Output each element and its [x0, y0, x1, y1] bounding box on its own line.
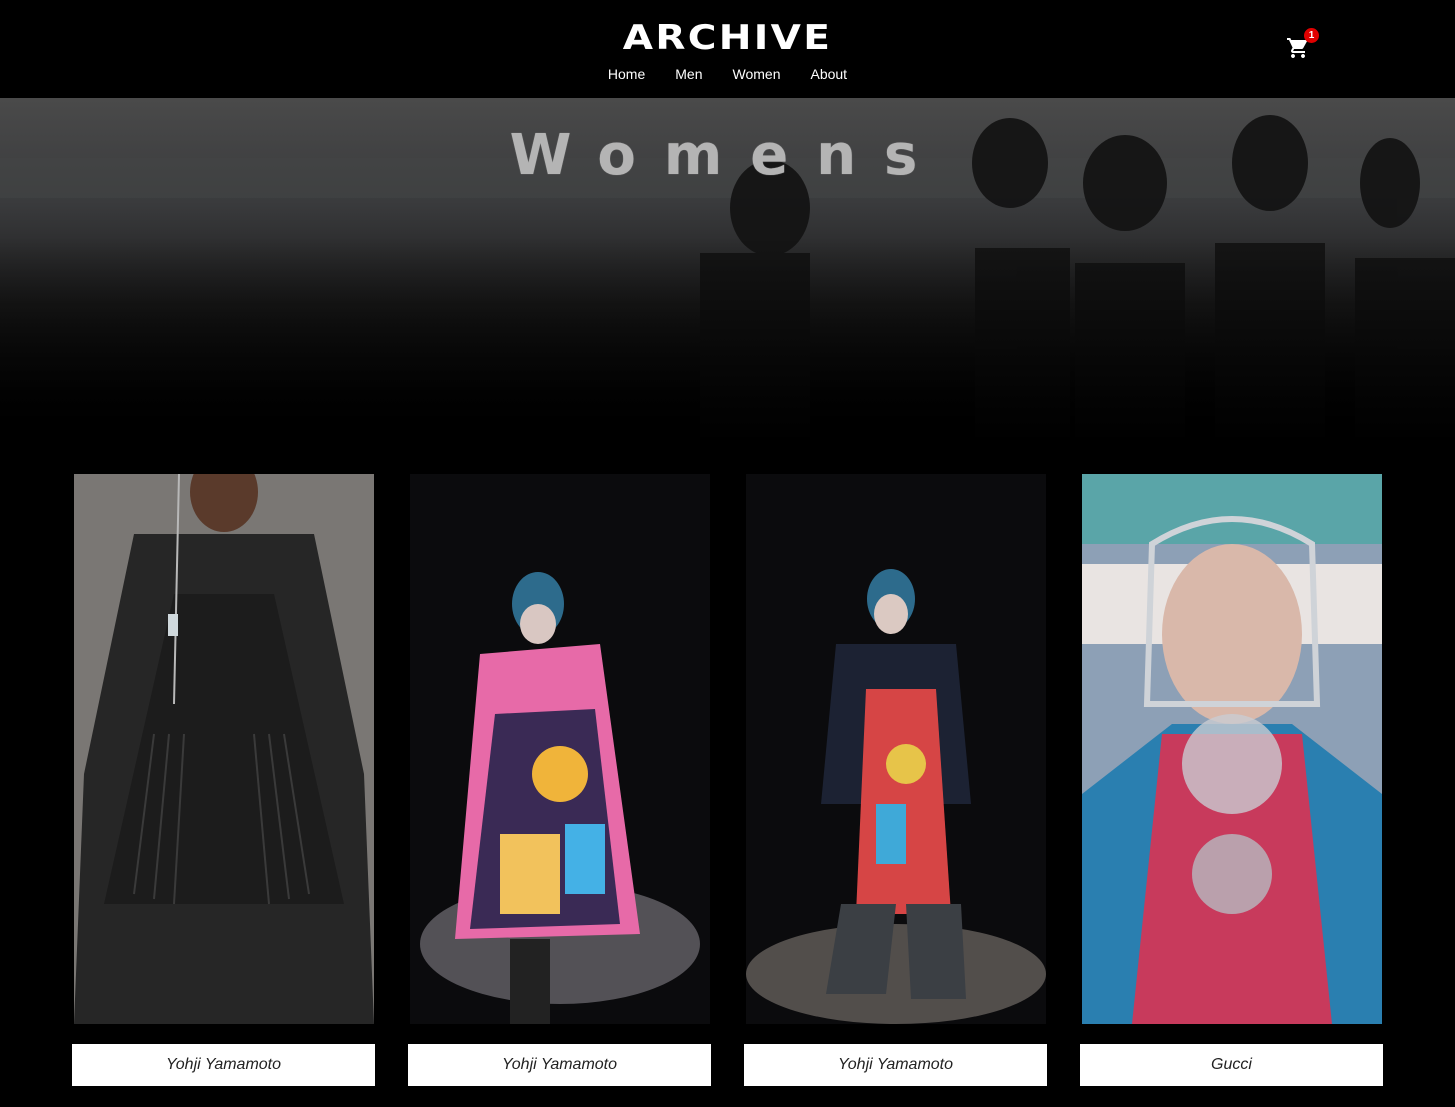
product-photo[interactable] [1082, 474, 1382, 1024]
photo-graphic-overalls [746, 474, 1046, 1024]
nav-men[interactable]: Men [675, 64, 702, 84]
site-logo[interactable]: ARCHIVE [0, 18, 1455, 58]
page-title: Womens [509, 123, 946, 188]
hero-banner: Womens [0, 98, 1455, 444]
product-photo[interactable] [410, 474, 710, 1024]
product-photo[interactable] [74, 474, 374, 1024]
cart-count-badge: 1 [1304, 28, 1319, 43]
main-nav: Home Men Women About [0, 64, 1455, 84]
designer-label[interactable]: Yohji Yamamoto [72, 1044, 375, 1086]
photo-crystal-headpiece [1082, 474, 1382, 1024]
product-photo[interactable] [746, 474, 1046, 1024]
site-header: ARCHIVE Home Men Women About 1 [0, 0, 1455, 98]
nav-home[interactable]: Home [608, 64, 645, 84]
designer-label[interactable]: Gucci [1080, 1044, 1383, 1086]
photo-graphic-print-coat [410, 474, 710, 1024]
product-grid: Yohji Yamamoto Yohji Yamamoto Yohji Yama… [0, 474, 1455, 1094]
nav-women[interactable]: Women [733, 64, 781, 84]
photo-black-pleated-coat [74, 474, 374, 1024]
nav-about[interactable]: About [810, 64, 847, 84]
designer-label[interactable]: Yohji Yamamoto [744, 1044, 1047, 1086]
designer-label[interactable]: Yohji Yamamoto [408, 1044, 711, 1086]
